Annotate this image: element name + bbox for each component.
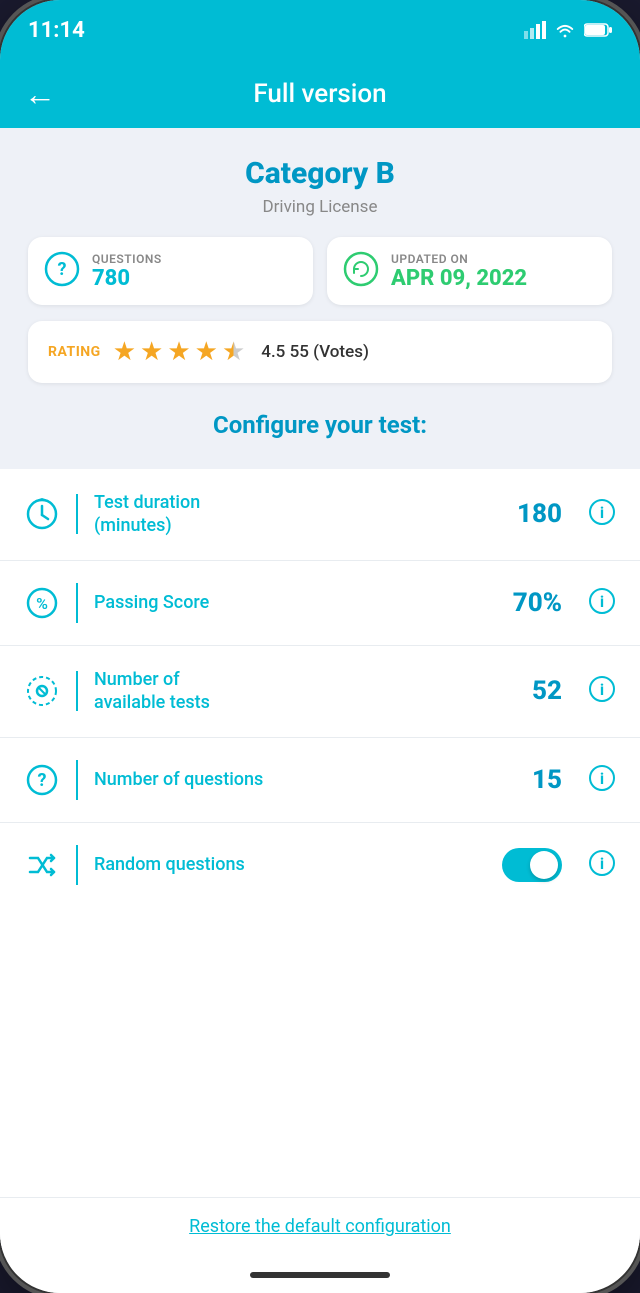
header-card: Category B Driving License ? QUESTIONS 7… [0, 128, 640, 469]
questions-icon: ? [44, 251, 80, 291]
star-3: ★ [167, 337, 190, 367]
toggle-knob [530, 851, 558, 879]
test-duration-info-icon[interactable]: i [588, 498, 616, 530]
home-bar [250, 1272, 390, 1278]
num-questions-value: 15 [502, 765, 562, 795]
random-toggle-container [502, 848, 562, 882]
updated-icon [343, 251, 379, 291]
test-duration-value: 180 [502, 499, 562, 529]
divider-4 [76, 760, 78, 800]
info-cards-row: ? QUESTIONS 780 [28, 237, 612, 305]
svg-text:i: i [600, 503, 604, 522]
wifi-icon [554, 21, 576, 39]
num-questions-icon: ? [24, 763, 60, 797]
footer: Restore the default configuration [0, 1197, 640, 1257]
star-2: ★ [140, 337, 163, 367]
nav-title: Full version [253, 79, 386, 109]
star-1: ★ [113, 337, 136, 367]
updated-content: UPDATED ON APR 09, 2022 [391, 252, 527, 291]
svg-text:?: ? [58, 259, 67, 280]
random-info-icon[interactable]: i [588, 849, 616, 881]
back-button[interactable]: ← [24, 75, 56, 113]
config-item-test-duration[interactable]: Test duration(minutes) 180 i [0, 469, 640, 561]
random-icon [24, 848, 60, 882]
divider-5 [76, 845, 78, 885]
questions-content: QUESTIONS 780 [92, 252, 162, 291]
phone-frame: 11:14 ← Full versio [0, 0, 640, 1293]
questions-label: QUESTIONS [92, 252, 162, 266]
status-bar: 11:14 [0, 0, 640, 60]
battery-icon [584, 22, 612, 38]
divider-3 [76, 671, 78, 711]
svg-text:i: i [600, 680, 604, 699]
questions-value: 780 [92, 266, 162, 291]
passing-score-value: 70% [502, 588, 562, 618]
clock-icon [24, 497, 60, 531]
config-item-available-tests[interactable]: Number ofavailable tests 52 i [0, 646, 640, 738]
restore-link[interactable]: Restore the default configuration [189, 1216, 451, 1237]
config-item-random-questions[interactable]: Random questions i [0, 823, 640, 907]
home-indicator [0, 1257, 640, 1293]
random-toggle[interactable] [502, 848, 562, 882]
star-half: ★ [222, 337, 245, 367]
updated-label: UPDATED ON [391, 252, 527, 266]
config-item-num-questions[interactable]: ? Number of questions 15 i [0, 738, 640, 823]
nav-bar: ← Full version [0, 60, 640, 128]
questions-card: ? QUESTIONS 780 [28, 237, 313, 305]
rating-value-text: 4.5 55 (Votes) [261, 342, 369, 362]
num-questions-info-icon[interactable]: i [588, 764, 616, 796]
rating-label: RATING [48, 344, 101, 360]
rating-card: RATING ★ ★ ★ ★ ★ 4.5 55 (Votes) [28, 321, 612, 383]
updated-card: UPDATED ON APR 09, 2022 [327, 237, 612, 305]
available-tests-info-icon[interactable]: i [588, 675, 616, 707]
divider-2 [76, 583, 78, 623]
svg-text:i: i [600, 592, 604, 611]
configure-title: Configure your test: [28, 391, 612, 449]
signal-icon [524, 21, 546, 39]
svg-text:i: i [600, 854, 604, 873]
passing-score-info-icon[interactable]: i [588, 587, 616, 619]
status-time: 11:14 [28, 18, 85, 43]
available-tests-value: 52 [502, 676, 562, 706]
category-subtitle: Driving License [28, 197, 612, 217]
percent-icon: % [24, 586, 60, 620]
updated-value: APR 09, 2022 [391, 266, 527, 291]
main-content: Category B Driving License ? QUESTIONS 7… [0, 128, 640, 1257]
status-icons [524, 21, 612, 39]
available-tests-label: Number ofavailable tests [94, 668, 486, 715]
test-duration-label: Test duration(minutes) [94, 491, 486, 538]
available-tests-icon [24, 674, 60, 708]
random-questions-label: Random questions [94, 853, 486, 876]
num-questions-label: Number of questions [94, 768, 486, 791]
divider-1 [76, 494, 78, 534]
svg-text:%: % [36, 594, 48, 613]
stars: ★ ★ ★ ★ ★ [113, 337, 246, 367]
category-title: Category B [28, 156, 612, 191]
config-list: Test duration(minutes) 180 i % [0, 469, 640, 1197]
svg-text:i: i [600, 769, 604, 788]
config-item-passing-score[interactable]: % Passing Score 70% i [0, 561, 640, 646]
passing-score-label: Passing Score [94, 591, 486, 614]
svg-text:?: ? [38, 770, 47, 791]
star-4: ★ [195, 337, 218, 367]
